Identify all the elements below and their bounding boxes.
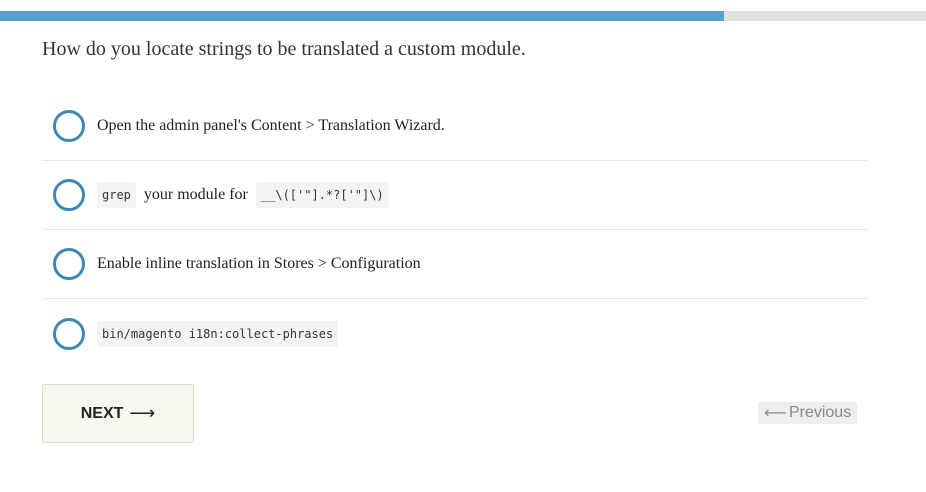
answer-option-label: Open the admin panel's Content > Transla…	[97, 117, 445, 134]
answer-options: Open the admin panel's Content > Transla…	[42, 92, 867, 368]
answer-option-2[interactable]: grep your module for __\(['"].*?['"]\)	[42, 161, 867, 230]
next-button-label: NEXT	[80, 404, 124, 422]
arrow-left-icon: ⟵	[764, 405, 787, 422]
answer-option-label: Enable inline translation in Stores > Co…	[97, 255, 421, 272]
radio-unselected-icon[interactable]	[53, 179, 85, 211]
arrow-right-icon: ⟶	[129, 403, 156, 423]
question-text: How do you locate strings to be translat…	[42, 38, 526, 60]
answer-option-1[interactable]: Open the admin panel's Content > Transla…	[42, 92, 867, 161]
answer-option-4[interactable]: bin/magento i18n:collect-phrases	[42, 299, 867, 368]
radio-unselected-icon[interactable]	[53, 110, 85, 142]
previous-button-label: Previous	[788, 404, 852, 421]
radio-unselected-icon[interactable]	[53, 317, 85, 350]
option-text: your module for	[143, 186, 248, 203]
answer-option-label: grep your module for __\(['"].*?['"]\)	[97, 182, 389, 208]
inline-code: grep	[97, 182, 136, 208]
inline-code: __\(['"].*?['"]\)	[255, 182, 389, 208]
radio-unselected-icon[interactable]	[53, 248, 85, 280]
previous-button[interactable]: ⟵ Previous	[758, 402, 858, 424]
answer-option-label: bin/magento i18n:collect-phrases	[97, 320, 339, 347]
progress-bar	[0, 11, 926, 21]
inline-code: bin/magento i18n:collect-phrases	[97, 320, 339, 347]
answer-option-3[interactable]: Enable inline translation in Stores > Co…	[42, 230, 867, 299]
next-button[interactable]: NEXT ⟶	[42, 384, 194, 443]
progress-bar-fill	[0, 11, 725, 21]
